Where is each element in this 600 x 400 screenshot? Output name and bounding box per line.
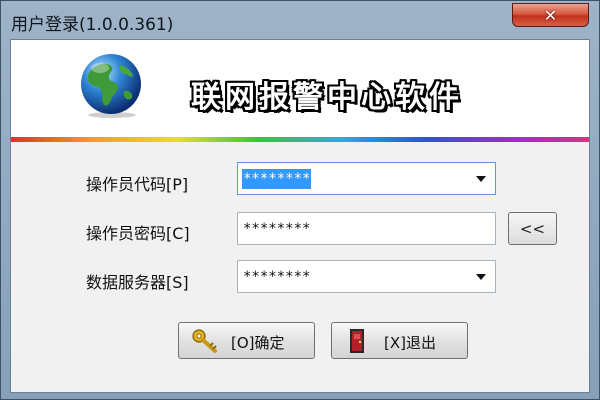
close-icon: ✕ [543,5,558,25]
window-title: 用户登录(1.0.0.361) [11,15,174,35]
data-server-label: 数据服务器[S] [86,273,189,292]
banner: 联网报警中心软件 [11,40,589,137]
ok-button[interactable]: [O]确定 [178,322,315,359]
globe-icon [81,54,141,118]
close-button[interactable]: ✕ [512,3,589,27]
operator-password-input[interactable]: ******** [237,212,496,245]
door-exit-icon [350,329,364,353]
login-window: 用户登录(1.0.0.361) ✕ 联网报警中心软件 操作员代码[P] ****… [0,0,600,400]
operator-code-combobox[interactable]: ******** [237,162,496,195]
data-server-value: ******** [243,269,311,285]
exit-button[interactable]: [X]退出 [331,322,468,359]
operator-password-label: 操作员密码[C] [86,224,190,243]
chevron-down-icon[interactable] [476,176,486,182]
banner-title: 联网报警中心软件 [191,80,463,115]
exit-button-label: [X]退出 [384,334,436,352]
key-icon [192,329,217,353]
operator-password-value: ******** [243,221,311,237]
rainbow-divider [11,137,589,142]
ok-button-label: [O]确定 [231,334,285,352]
operator-code-label: 操作员代码[P] [86,175,189,194]
dialog-body: 联网报警中心软件 操作员代码[P] ******** 操作员密码[C] ****… [10,39,590,393]
operator-code-value: ******** [242,169,312,189]
title-bar[interactable]: 用户登录(1.0.0.361) ✕ [1,1,599,39]
data-server-combobox[interactable]: ******** [237,260,496,293]
collapse-button[interactable]: << [508,212,557,245]
chevron-down-icon[interactable] [476,274,486,280]
